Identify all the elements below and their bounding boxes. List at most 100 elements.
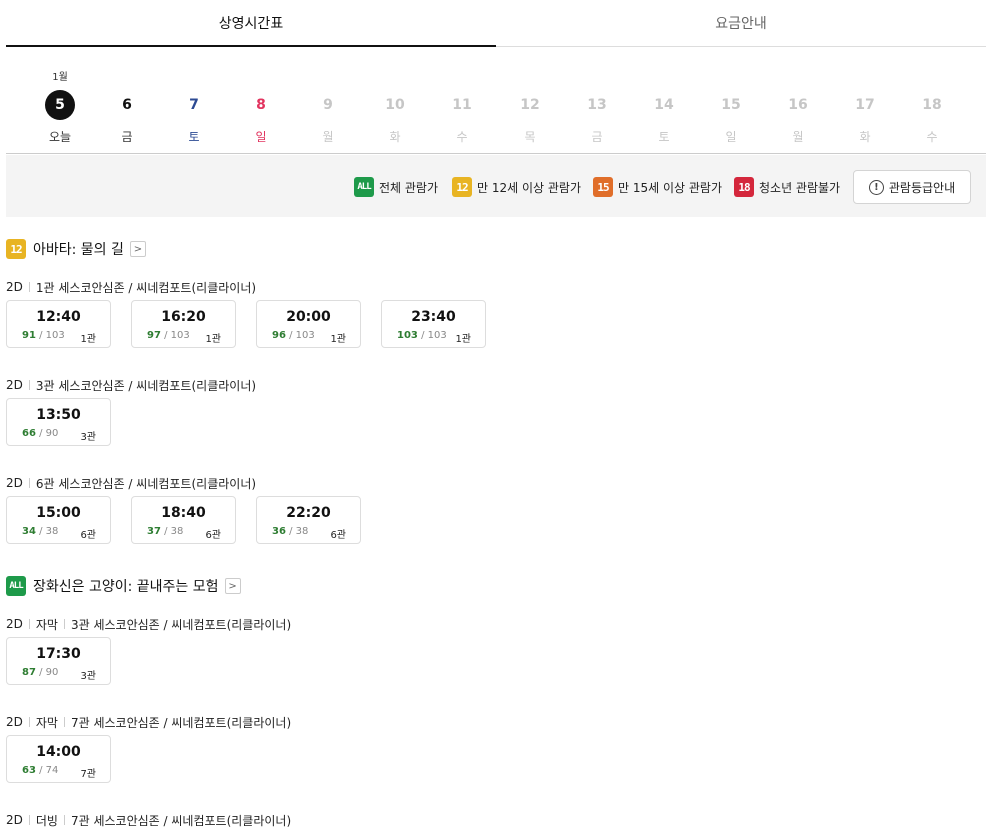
date-item-6[interactable]: 6금 [107, 60, 147, 150]
showtime-button[interactable]: 23:40 103 / 103 1관 [381, 300, 486, 348]
date-item-18[interactable]: 18 수 [912, 60, 952, 150]
hall-name: 3관 세스코안심존 / 씨네컴포트(리클라이너) [35, 378, 257, 393]
date-month [644, 68, 684, 80]
date-item-8[interactable]: 8일 [241, 60, 281, 150]
seat-count: 66 / 90 [22, 428, 58, 439]
showtime-button[interactable]: 18:40 37 / 38 6관 [131, 496, 236, 544]
date-weekday: 금 [591, 130, 603, 144]
rating-12-icon: 12 [452, 177, 472, 197]
date-day-number: 10 [385, 97, 405, 113]
movie-title: 12 아바타: 물의 길 > [6, 239, 146, 259]
movie-name[interactable]: 아바타: 물의 길 [33, 239, 124, 259]
tab-pricing[interactable]: 요금안내 [496, 0, 986, 46]
tab-showtimes[interactable]: 상영시간표 [6, 0, 496, 47]
showtime-time: 16:20 [161, 309, 206, 325]
date-item-17[interactable]: 17 화 [845, 60, 885, 150]
date-item-15[interactable]: 15 일 [711, 60, 751, 150]
showtime-time: 18:40 [161, 505, 206, 521]
showtime-button[interactable]: 22:20 36 / 38 6관 [256, 496, 361, 544]
showtime-button[interactable]: 14:00 63 / 74 7관 [6, 735, 111, 783]
rating-guide-label: 관람등급안내 [888, 180, 956, 195]
rating-guide-button[interactable]: ! 관람등급안내 [853, 170, 971, 204]
showtime-row: 14:00 63 / 74 7관 [6, 735, 131, 783]
screen-room: 1관 [330, 334, 346, 345]
date-month [107, 68, 147, 80]
date-day-number: 5 [45, 90, 75, 120]
date-weekday: 토 [658, 130, 670, 144]
date-item-16[interactable]: 16 월 [778, 60, 818, 150]
divider [28, 619, 30, 629]
date-day-number: 12 [520, 97, 540, 113]
date-weekday: 오늘 [48, 130, 72, 144]
showtime-row: 12:40 91 / 103 1관 16:20 97 / 103 1관 20:00 96 / … [6, 300, 506, 348]
date-month [778, 68, 818, 80]
date-item-13[interactable]: 13 금 [577, 60, 617, 150]
divider [28, 282, 30, 292]
remaining-seats: 96 [272, 330, 286, 341]
total-seats: / 103 [421, 330, 447, 341]
subtitle-type: 자막 [35, 715, 58, 730]
date-item-7[interactable]: 7토 [174, 60, 214, 150]
remaining-seats: 87 [22, 667, 36, 678]
divider [63, 717, 65, 727]
date-item-11[interactable]: 11 수 [442, 60, 482, 150]
screen-room: 1관 [455, 334, 471, 345]
total-seats: / 38 [289, 526, 309, 537]
legend-18-label: 청소년 관람불가 [759, 180, 841, 195]
date-day-number: 13 [587, 97, 607, 113]
screen-room: 6관 [80, 530, 96, 541]
showtime-button[interactable]: 12:40 91 / 103 1관 [6, 300, 111, 348]
date-month [845, 68, 885, 80]
legend-12: 12 만 12세 이상 관람가 [452, 177, 581, 197]
date-day-number: 8 [256, 97, 266, 113]
date-weekday: 금 [121, 130, 133, 144]
remaining-seats: 63 [22, 765, 36, 776]
showtime-button[interactable]: 17:30 87 / 90 3관 [6, 637, 111, 685]
seat-count: 34 / 38 [22, 526, 58, 537]
screen-room: 6관 [330, 530, 346, 541]
hall-name: 6관 세스코안심존 / 씨네컴포트(리클라이너) [35, 476, 257, 491]
date-month [711, 68, 751, 80]
total-seats: / 38 [39, 526, 59, 537]
showtime-button[interactable]: 20:00 96 / 103 1관 [256, 300, 361, 348]
date-selector: 1월 5 오늘 6 금 7 토 8 일 9 월 10 화 11 수 12 목 13 금 14 토 15 일 16 월 17 화 18 수 [6, 60, 986, 154]
legend-all-label: 전체 관람가 [379, 180, 439, 195]
chevron-right-icon[interactable]: > [129, 241, 146, 257]
hall-name: 1관 세스코안심존 / 씨네컴포트(리클라이너) [35, 280, 257, 295]
remaining-seats: 97 [147, 330, 161, 341]
screen-room: 7관 [80, 769, 96, 780]
date-day-number: 11 [452, 97, 472, 113]
divider [63, 619, 65, 629]
screen-room: 3관 [80, 432, 96, 443]
divider [28, 380, 30, 390]
date-item-9[interactable]: 9월 [308, 60, 348, 150]
date-weekday: 목 [524, 130, 536, 144]
movie-title: ALL 장화신은 고양이: 끝내주는 모험 > [6, 576, 241, 596]
hall-info: 2D 자막 3관 세스코안심존 / 씨네컴포트(리클라이너) [6, 616, 291, 632]
rating-15-icon: 15 [593, 177, 613, 197]
total-seats: / 103 [39, 330, 65, 341]
movie-name[interactable]: 장화신은 고양이: 끝내주는 모험 [33, 576, 219, 596]
remaining-seats: 34 [22, 526, 36, 537]
showtime-button[interactable]: 15:00 34 / 38 6관 [6, 496, 111, 544]
showtime-button[interactable]: 13:50 66 / 90 3관 [6, 398, 111, 446]
seat-count: 96 / 103 [272, 330, 315, 341]
chevron-right-icon[interactable]: > [224, 578, 241, 594]
date-item-14[interactable]: 14 토 [644, 60, 684, 150]
date-item-5[interactable]: 1월 5 오늘 [40, 60, 80, 150]
seat-count: 97 / 103 [147, 330, 190, 341]
screen-room: 6관 [205, 530, 221, 541]
hall-info: 2D 3관 세스코안심존 / 씨네컴포트(리클라이너) [6, 377, 256, 393]
date-item-12[interactable]: 12 목 [510, 60, 550, 150]
date-weekday: 월 [792, 130, 804, 144]
date-month [375, 68, 415, 80]
date-day-number: 7 [189, 97, 199, 113]
date-weekday: 화 [859, 130, 871, 144]
showtime-button[interactable]: 16:20 97 / 103 1관 [131, 300, 236, 348]
date-day-number: 18 [922, 97, 942, 113]
date-month [442, 68, 482, 80]
showtime-time: 12:40 [36, 309, 81, 325]
total-seats: / 74 [39, 765, 59, 776]
date-item-10[interactable]: 10 화 [375, 60, 415, 150]
legend-all: ALL 전체 관람가 [354, 177, 438, 197]
